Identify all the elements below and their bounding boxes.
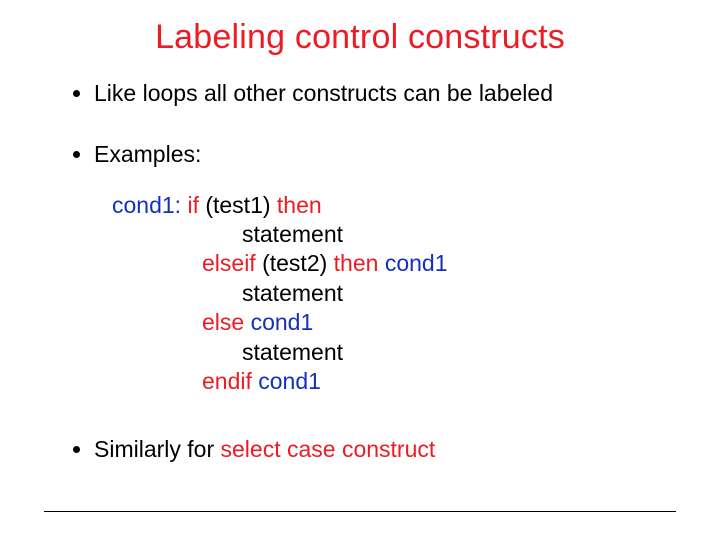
- label-cond1-4: cond1: [258, 368, 321, 394]
- test1: (test1): [205, 192, 277, 218]
- code-example: cond1: if (test1) then statement elseif …: [112, 191, 680, 397]
- select-case-text: select case construct: [221, 436, 436, 462]
- bullet-item-2: Examples:: [94, 140, 680, 169]
- slide-title: Labeling control constructs: [40, 18, 680, 57]
- kw-elseif: elseif: [202, 250, 262, 276]
- test2: (test2): [262, 250, 334, 276]
- code-line-3: elseif (test2) then cond1: [112, 249, 680, 278]
- bullet-list-2: Similarly for select case construct: [40, 435, 680, 464]
- kw-then: then: [277, 192, 322, 218]
- code-line-2: statement: [112, 220, 680, 249]
- bullet-item-3: Similarly for select case construct: [94, 435, 680, 464]
- bullet-list: Like loops all other constructs can be l…: [40, 79, 680, 169]
- label-cond1-3: cond1: [251, 309, 314, 335]
- label-cond1-2: cond1: [385, 250, 448, 276]
- kw-else: else: [202, 309, 251, 335]
- footer-rule: [44, 511, 676, 512]
- code-line-5: else cond1: [112, 308, 680, 337]
- code-line-4: statement: [112, 279, 680, 308]
- code-line-6: statement: [112, 338, 680, 367]
- slide: Labeling control constructs Like loops a…: [0, 0, 720, 540]
- kw-endif: endif: [202, 368, 258, 394]
- bullet3-text: Similarly for: [94, 436, 221, 462]
- kw-if: if: [181, 192, 205, 218]
- label-cond1: cond1:: [112, 192, 181, 218]
- code-line-1: cond1: if (test1) then: [112, 191, 680, 220]
- bullet-item-1: Like loops all other constructs can be l…: [94, 79, 680, 108]
- kw-then-2: then: [334, 250, 385, 276]
- code-line-7: endif cond1: [112, 367, 680, 396]
